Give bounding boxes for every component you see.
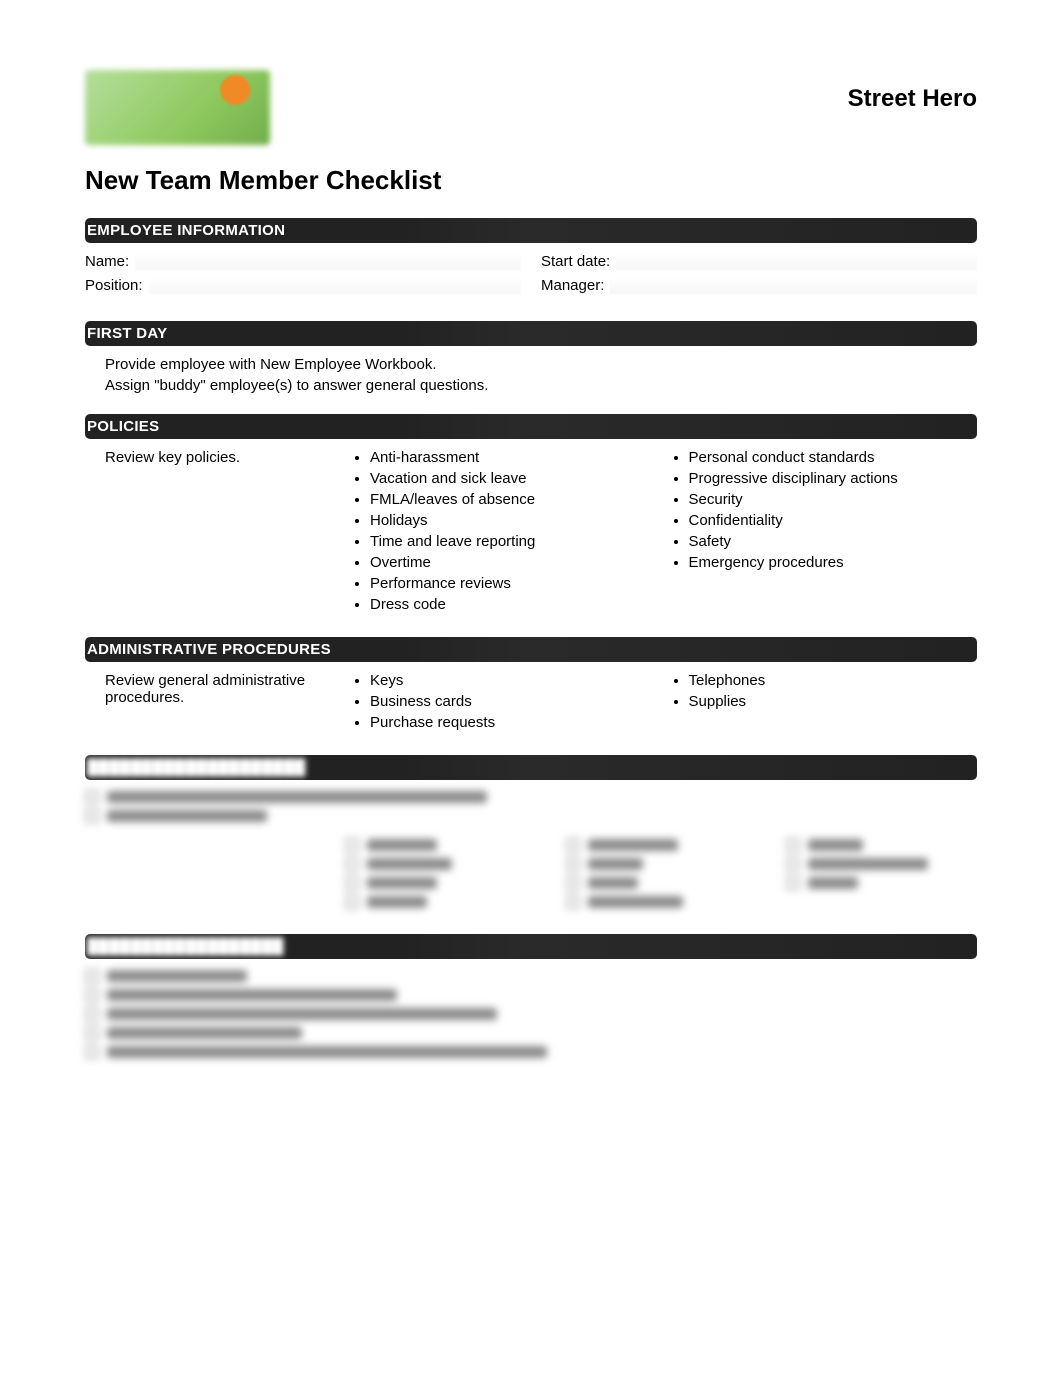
section-heading-blurred: ████████████████████: [85, 755, 977, 780]
list-item: Business cards: [370, 693, 659, 710]
label-name: Name:: [85, 253, 129, 271]
section-heading-first-day: FIRST DAY: [85, 321, 977, 346]
list-item: Overtime: [370, 554, 659, 571]
list-item: Anti-harassment: [370, 449, 659, 466]
list-item: Vacation and sick leave: [370, 470, 659, 487]
section-heading-employee-info: EMPLOYEE INFORMATION: [85, 218, 977, 243]
section-admin-procedures: ADMINISTRATIVE PROCEDURES Review general…: [85, 637, 977, 735]
list-item: Personal conduct standards: [689, 449, 978, 466]
admin-list-col1: Keys Business cards Purchase requests: [340, 672, 659, 731]
label-start-date: Start date:: [541, 253, 610, 271]
first-day-item: Provide employee with New Employee Workb…: [85, 356, 977, 373]
policies-lead: Review key policies.: [85, 449, 340, 617]
list-item: Confidentiality: [689, 512, 978, 529]
list-item: Dress code: [370, 596, 659, 613]
header: Street Hero: [85, 70, 977, 145]
first-day-item: Assign "buddy" employee(s) to answer gen…: [85, 377, 977, 394]
admin-list-col2: Telephones Supplies: [659, 672, 978, 710]
field-manager[interactable]: [610, 277, 977, 295]
list-item: Telephones: [689, 672, 978, 689]
label-position: Position:: [85, 277, 143, 295]
section-employee-information: EMPLOYEE INFORMATION Name: Position: Sta…: [85, 218, 977, 301]
list-item: Security: [689, 491, 978, 508]
section-blurred-2: ██████████████████: [85, 934, 977, 1059]
field-name[interactable]: [135, 253, 521, 271]
list-item: Time and leave reporting: [370, 533, 659, 550]
field-start-date[interactable]: [616, 253, 977, 271]
section-heading-blurred: ██████████████████: [85, 934, 977, 959]
field-position[interactable]: [149, 277, 521, 295]
brand-name: Street Hero: [848, 85, 977, 113]
page-title: New Team Member Checklist: [85, 165, 977, 196]
policies-list-col2: Personal conduct standards Progressive d…: [659, 449, 978, 571]
list-item: Progressive disciplinary actions: [689, 470, 978, 487]
policies-list-col1: Anti-harassment Vacation and sick leave …: [340, 449, 659, 613]
section-heading-policies: POLICIES: [85, 414, 977, 439]
list-item: Supplies: [689, 693, 978, 710]
list-item: Emergency procedures: [689, 554, 978, 571]
section-heading-admin: ADMINISTRATIVE PROCEDURES: [85, 637, 977, 662]
logo: [85, 70, 270, 145]
list-item: Performance reviews: [370, 575, 659, 592]
list-item: Safety: [689, 533, 978, 550]
section-policies: POLICIES Review key policies. Anti-haras…: [85, 414, 977, 617]
label-manager: Manager:: [541, 277, 604, 295]
list-item: FMLA/leaves of absence: [370, 491, 659, 508]
section-first-day: FIRST DAY Provide employee with New Empl…: [85, 321, 977, 394]
admin-lead: Review general administrative procedures…: [85, 672, 340, 735]
section-blurred-1: ████████████████████: [85, 755, 977, 914]
list-item: Keys: [370, 672, 659, 689]
list-item: Holidays: [370, 512, 659, 529]
list-item: Purchase requests: [370, 714, 659, 731]
